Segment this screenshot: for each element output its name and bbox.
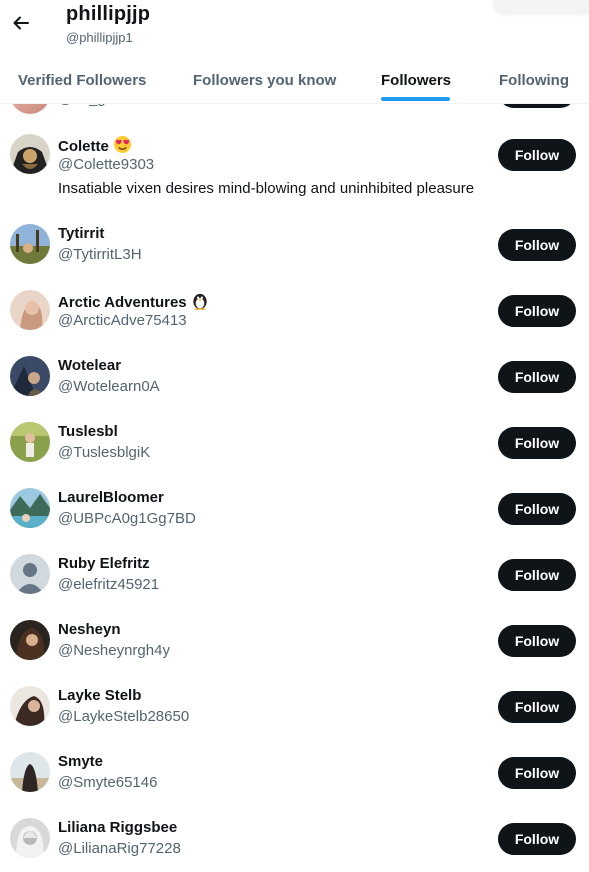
follow-button[interactable]: Follow <box>498 427 576 459</box>
list-item[interactable]: Smyte @Smyte65146 Follow <box>0 744 589 800</box>
tab-followers[interactable]: Followers <box>381 58 451 102</box>
follow-button[interactable]: Follow <box>498 493 576 525</box>
follow-button[interactable]: Follow <box>498 229 576 261</box>
list-item[interactable]: Ruby Elefritz @elefritz45921 Follow <box>0 546 589 602</box>
avatar <box>10 224 50 264</box>
avatar <box>10 488 50 528</box>
user-handle: @Smyte65146 <box>58 774 158 791</box>
list-item[interactable]: Tytirrit @TytirritL3H Follow <box>0 216 589 272</box>
avatar <box>10 620 50 660</box>
user-name: Smyte <box>58 753 104 770</box>
avatar <box>10 356 50 396</box>
follow-button[interactable]: Follow <box>498 823 576 855</box>
follow-button[interactable]: Follow <box>498 559 576 591</box>
avatar <box>10 818 50 858</box>
follow-button[interactable]: Follow <box>498 361 576 393</box>
user-name: Tuslesbl <box>58 423 118 440</box>
follow-button[interactable]: Follow <box>498 691 576 723</box>
user-name: Layke Stelb <box>58 687 142 704</box>
avatar <box>10 686 50 726</box>
follow-button[interactable]: Follow <box>498 757 576 789</box>
list-item[interactable]: Tuslesbl @TuslesblgiK Follow <box>0 414 589 470</box>
user-name: LaurelBloomer <box>58 489 164 506</box>
user-name: Liliana Riggsbee <box>58 819 178 836</box>
user-name: Wotelear <box>58 357 122 374</box>
avatar <box>10 134 50 174</box>
user-bio: Insatiable vixen desires mind-blowing an… <box>58 180 475 197</box>
user-handle: @LilianaRig77228 <box>58 840 181 857</box>
follow-button[interactable]: Follow <box>498 139 576 171</box>
list-item[interactable]: Arctic Adventures @ArcticAdve75413 Follo… <box>0 282 589 338</box>
user-handle: @ArcticAdve75413 <box>58 312 187 329</box>
tab-followers-you-know[interactable]: Followers you know <box>193 58 336 102</box>
follow-button[interactable]: Follow <box>498 295 576 327</box>
user-name: Ruby Elefritz <box>58 555 150 572</box>
avatar <box>10 422 50 462</box>
avatar <box>10 290 50 330</box>
user-name: Tytirrit <box>58 225 105 242</box>
user-name: Colette <box>58 138 109 155</box>
page-title: phillipjjp <box>66 3 151 25</box>
tab-verified-followers[interactable]: Verified Followers <box>18 58 146 102</box>
user-handle: @Colette9303 <box>58 156 155 173</box>
list-item[interactable]: Colette @Colette9303 Insatiable vixen de… <box>0 126 589 202</box>
avatar <box>10 752 50 792</box>
user-name: Arctic Adventures <box>58 294 187 311</box>
back-arrow-icon[interactable] <box>4 6 38 40</box>
user-handle: @Nesheynrgh4y <box>58 642 170 659</box>
user-handle: @UBPcA0g1Gg7BD <box>58 510 196 527</box>
user-handle: @TytirritL3H <box>58 246 142 263</box>
penguin-emoji-icon <box>191 291 209 314</box>
user-name: Nesheyn <box>58 621 121 638</box>
list-item[interactable]: Liliana Riggsbee @LilianaRig77228 Follow <box>0 810 589 866</box>
user-handle: @LaykeStelb28650 <box>58 708 190 725</box>
tab-following[interactable]: Following <box>499 58 569 102</box>
user-handle: @elefritz45921 <box>58 576 160 593</box>
active-tab-indicator <box>381 97 450 101</box>
page-subtitle-handle: @phillipjjp1 <box>66 30 133 45</box>
list-item[interactable]: LaurelBloomer @UBPcA0g1Gg7BD Follow <box>0 480 589 536</box>
header-action-button[interactable] <box>494 0 589 12</box>
user-handle: @Wotelearn0A <box>58 378 160 395</box>
list-item[interactable]: Nesheyn @Nesheynrgh4y Follow <box>0 612 589 668</box>
list-item[interactable]: Wotelear @Wotelearn0A Follow <box>0 348 589 404</box>
follow-button[interactable]: Follow <box>498 625 576 657</box>
profile-header: phillipjjp @phillipjjp1 Verified Followe… <box>0 0 589 104</box>
list-item[interactable]: Layke Stelb @LaykeStelb28650 Follow <box>0 678 589 734</box>
heart-eyes-emoji-icon <box>113 135 132 158</box>
default-avatar-icon <box>10 554 50 594</box>
tab-bar: Verified Followers Followers you know Fo… <box>0 58 589 102</box>
user-handle: @TuslesblgiK <box>58 444 151 461</box>
